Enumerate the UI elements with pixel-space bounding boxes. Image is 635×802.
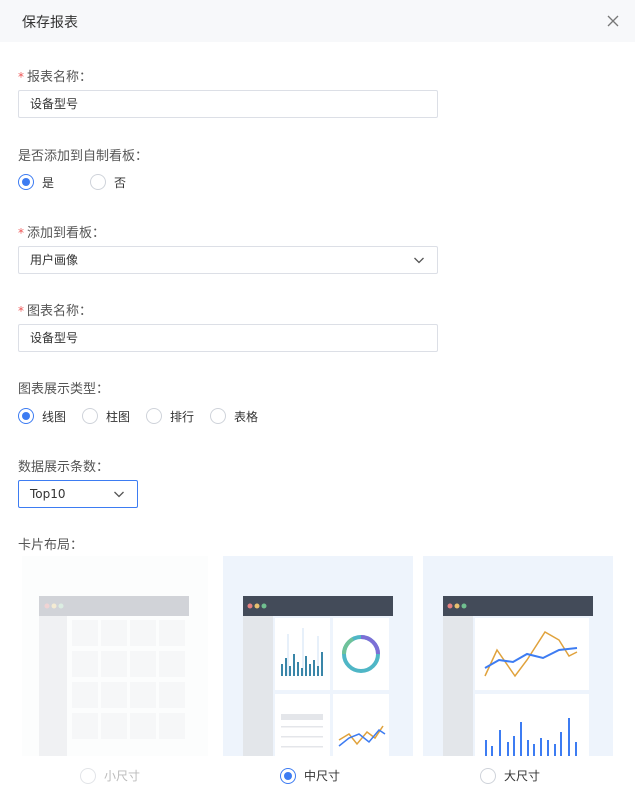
chevron-down-icon <box>414 257 424 264</box>
chart-name-input[interactable]: 设备型号 <box>18 324 438 352</box>
data-count-label: 数据展示条数： <box>18 460 110 475</box>
radio-circle <box>90 174 107 190</box>
board-select-value: 用户画像 <box>30 253 79 267</box>
radio-circle <box>280 767 296 784</box>
radio-circle <box>82 408 99 424</box>
radio-small-size[interactable]: 小尺寸 <box>80 767 140 784</box>
large-layout-illustration <box>443 596 593 756</box>
dialog-header: 保存报表 <box>0 0 635 42</box>
report-name-label: * 报表名称： <box>18 70 93 85</box>
radio-bar-chart[interactable]: 柱图 <box>82 408 130 425</box>
data-count-select-value: Top10 <box>30 487 66 501</box>
data-count-select[interactable]: Top10 <box>18 480 138 508</box>
card-medium-preview[interactable] <box>223 556 413 756</box>
required-mark: * <box>18 226 24 240</box>
radio-large-size[interactable]: 大尺寸 <box>480 767 540 784</box>
radio-no[interactable]: 否 <box>90 174 126 191</box>
radio-table[interactable]: 表格 <box>210 408 258 425</box>
radio-circle <box>146 408 163 424</box>
radio-circle <box>80 767 96 784</box>
radio-yes[interactable]: 是 <box>18 174 54 191</box>
radio-circle <box>210 408 227 424</box>
board-label: * 添加到看板： <box>18 226 106 241</box>
required-mark: * <box>18 304 24 318</box>
small-layout-illustration <box>39 596 189 756</box>
medium-layout-illustration <box>243 596 393 756</box>
radio-circle <box>18 174 34 190</box>
card-layout-label: 卡片布局： <box>18 538 84 553</box>
card-small-preview[interactable] <box>22 556 208 756</box>
chevron-down-icon <box>114 491 124 498</box>
card-large-preview[interactable] <box>423 556 613 756</box>
radio-circle <box>480 767 496 784</box>
add-to-board-radio-group: 是 否 <box>18 173 142 191</box>
report-name-input[interactable]: 设备型号 <box>18 90 438 118</box>
close-icon[interactable] <box>603 11 623 31</box>
board-select[interactable]: 用户画像 <box>18 246 438 274</box>
radio-circle <box>18 408 34 424</box>
dialog-title: 保存报表 <box>22 15 78 31</box>
chart-name-label: * 图表名称： <box>18 304 93 319</box>
required-mark: * <box>18 70 24 84</box>
chart-type-radio-group: 线图 柱图 排行 表格 <box>18 407 274 425</box>
radio-ranking[interactable]: 排行 <box>146 408 194 425</box>
add-to-board-label: 是否添加到自制看板： <box>18 149 149 164</box>
radio-line-chart[interactable]: 线图 <box>18 408 66 425</box>
radio-medium-size[interactable]: 中尺寸 <box>280 767 340 784</box>
chart-type-label: 图表展示类型： <box>18 382 110 397</box>
